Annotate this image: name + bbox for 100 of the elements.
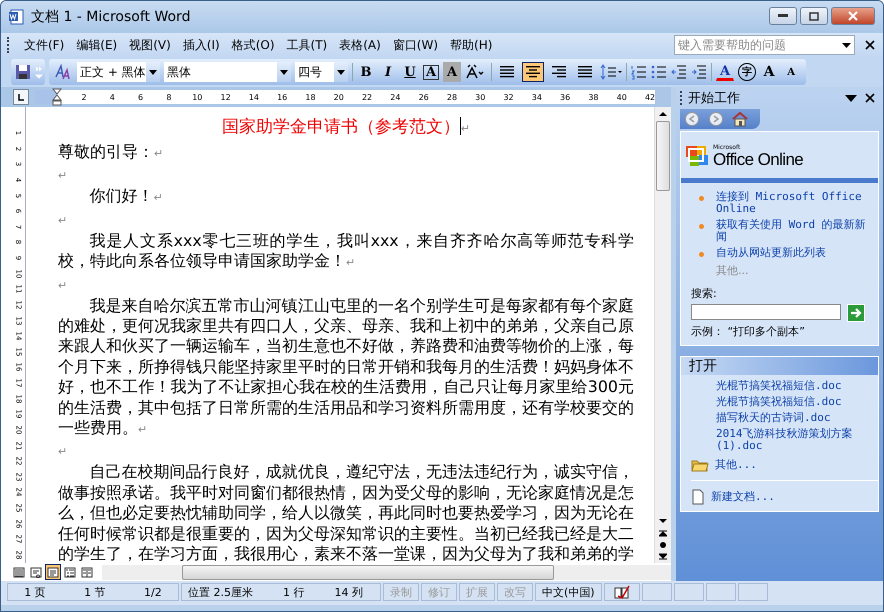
print-view-button[interactable] <box>45 564 61 580</box>
minimize-button[interactable] <box>769 7 797 25</box>
ruler-number: 18 <box>305 92 316 102</box>
menu-item[interactable]: 表格(A) <box>334 34 386 56</box>
numbered-list-icon[interactable] <box>631 64 648 80</box>
line-spacing-icon[interactable] <box>600 64 622 80</box>
close-button[interactable] <box>831 7 875 25</box>
font-dropdown[interactable]: 黑体 <box>164 62 291 82</box>
menu-item[interactable]: 格式(O) <box>226 34 280 56</box>
menu-item[interactable]: 视图(V) <box>124 34 176 56</box>
status-bar-panel <box>706 583 736 601</box>
align-justify-icon <box>499 65 516 79</box>
bulleted-list-icon[interactable] <box>651 64 668 80</box>
shading-button[interactable]: A <box>443 62 462 82</box>
recent-file-link[interactable]: 描写秋天的古诗词.doc <box>681 412 878 424</box>
reading-view-icon <box>81 566 93 578</box>
status-text: 1 行 <box>283 584 304 600</box>
bold-button[interactable]: B <box>357 62 375 82</box>
task-pane-title: 开始工作 <box>688 90 740 107</box>
arrow-icon <box>850 307 862 319</box>
status-text: 1/2 <box>144 586 162 598</box>
status-text: 14 列 <box>334 584 363 600</box>
ruler-number: 42 <box>644 92 655 102</box>
status-text: 中文(中国) <box>542 584 595 600</box>
print-view-icon <box>47 566 59 578</box>
task-pane-link[interactable]: 自动从网站更新此列表 <box>716 247 826 259</box>
status-text: 录制 <box>390 584 412 600</box>
ruler-number: 28 <box>446 92 457 102</box>
toolbar-grip[interactable] <box>7 37 11 53</box>
vertical-scrollbar[interactable] <box>654 107 671 563</box>
recent-file-link[interactable]: 2014飞游科技秋游策划方案(1).doc <box>681 428 878 452</box>
recent-file-link[interactable]: 光棍节搞笑祝福短信.doc <box>681 380 878 392</box>
go-button[interactable] <box>847 304 865 322</box>
normal-view-icon <box>13 566 25 578</box>
task-pane-link[interactable]: 获取有关使用 Word 的最新新闻 <box>716 219 872 243</box>
dropdown-arrow-icon[interactable] <box>845 94 857 102</box>
ruler-number: 34 <box>532 92 542 102</box>
open-more-link[interactable]: 其他... <box>715 459 757 471</box>
underline-button[interactable]: U <box>401 62 419 82</box>
ruler-number: 40 <box>616 92 627 102</box>
minimize-icon <box>778 14 788 18</box>
bullet-icon <box>699 224 704 229</box>
dropdown-arrow-icon[interactable] <box>842 42 851 48</box>
decrease-indent-icon[interactable] <box>671 64 688 80</box>
new-document-link[interactable]: 新建文档... <box>711 491 775 503</box>
align-center-icon <box>525 65 542 79</box>
ruler-number: 12 <box>220 92 230 102</box>
outline-view-icon <box>64 566 76 578</box>
menu-item[interactable]: 插入(I) <box>178 34 225 56</box>
menu-item[interactable]: 编辑(E) <box>71 34 122 56</box>
menu-item[interactable]: 窗口(W) <box>388 34 444 56</box>
task-pane-link[interactable]: 连接到 Microsoft Office Online <box>716 191 872 215</box>
horizontal-scrollbar[interactable] <box>102 564 671 580</box>
ruler-number: 4 <box>108 92 116 102</box>
maximize-button[interactable] <box>800 7 828 25</box>
search-field[interactable] <box>691 304 841 320</box>
menu-item[interactable]: 帮助(H) <box>445 34 498 56</box>
close-icon <box>848 11 858 21</box>
indent-marker-icon[interactable] <box>52 88 62 106</box>
search-label: 搜索: <box>691 286 718 301</box>
search-example: 示例： “打印多个副本” <box>691 324 806 339</box>
ruler-number: 10 <box>192 92 202 102</box>
brand-name: Office Online <box>713 150 804 168</box>
horizontal-ruler[interactable]: 2 4 6 8 10 12 14 16 18 20 22 24 26 28 30 32 34 36 38 40 42 <box>35 90 655 104</box>
phonetic-button[interactable]: 字 <box>738 63 756 81</box>
back-icon[interactable] <box>684 111 700 127</box>
bullet-icon <box>699 196 704 201</box>
help-search-field[interactable]: 键入需要帮助的问题 <box>674 35 855 55</box>
tab-selector-button[interactable] <box>13 89 29 105</box>
menu-item[interactable]: 工具(T) <box>282 34 332 56</box>
menu-item[interactable]: 文件(F) <box>19 34 70 56</box>
recent-file-link[interactable]: 光棍节搞笑祝福短信.doc <box>681 396 878 408</box>
font-size-dropdown[interactable]: 四号 <box>295 62 348 82</box>
home-icon[interactable] <box>732 111 748 127</box>
ruler-number: 26 <box>418 92 429 102</box>
align-center-button[interactable] <box>522 62 544 82</box>
increase-indent-icon[interactable] <box>691 64 708 80</box>
ruler-number: 36 <box>560 92 570 102</box>
align-right-icon <box>551 65 568 79</box>
style-dropdown[interactable]: 正文 + 黑体 <box>77 62 160 82</box>
left-tab-icon <box>17 93 25 101</box>
status-text: 修订 <box>428 584 450 600</box>
close-icon[interactable] <box>865 40 875 50</box>
spelling-check-icon[interactable] <box>614 585 630 599</box>
select-browse-object-icon[interactable] <box>659 539 667 551</box>
close-icon[interactable] <box>865 93 875 103</box>
ruler-number: 30 <box>475 92 486 102</box>
document-title: 国家助学金申请书（参考范文） <box>222 117 460 137</box>
shrink-button[interactable]: A <box>782 62 800 82</box>
italic-button[interactable]: I <box>379 62 397 82</box>
save-icon[interactable] <box>15 64 31 80</box>
forward-icon[interactable] <box>708 111 724 127</box>
office-logo-icon <box>685 143 711 169</box>
font-color-button[interactable]: A <box>716 63 734 81</box>
scrollbar-thumb[interactable] <box>656 121 670 191</box>
border-button[interactable]: A <box>423 64 440 80</box>
grow-button[interactable]: A <box>760 62 778 82</box>
ruler-number: 22 <box>362 92 372 102</box>
web-view-icon <box>30 566 42 578</box>
paragraph-text: 我是来自哈尔滨五常市山河镇江山屯里的一名个别学生可是每家都有每个家庭的难处，更何况我家里共有四口人，父亲、母亲、我和上初中的弟弟，父亲自己原来跟人和伙买了一辆运输车，当初生意也不好做，养路费和油费等物价的上涨，每个月下来，所挣得钱只能坚持家里平时的日常开销和我每月的生活费！妈妈身体不好，也不工作！我为了不让家担心我在校的生活费用，自己只让每月家里给300元的生活费，其中包括了日常所需的生活用品和学习资料所需用度，还有学校要交的一些费用。↵ <box>58 296 634 440</box>
